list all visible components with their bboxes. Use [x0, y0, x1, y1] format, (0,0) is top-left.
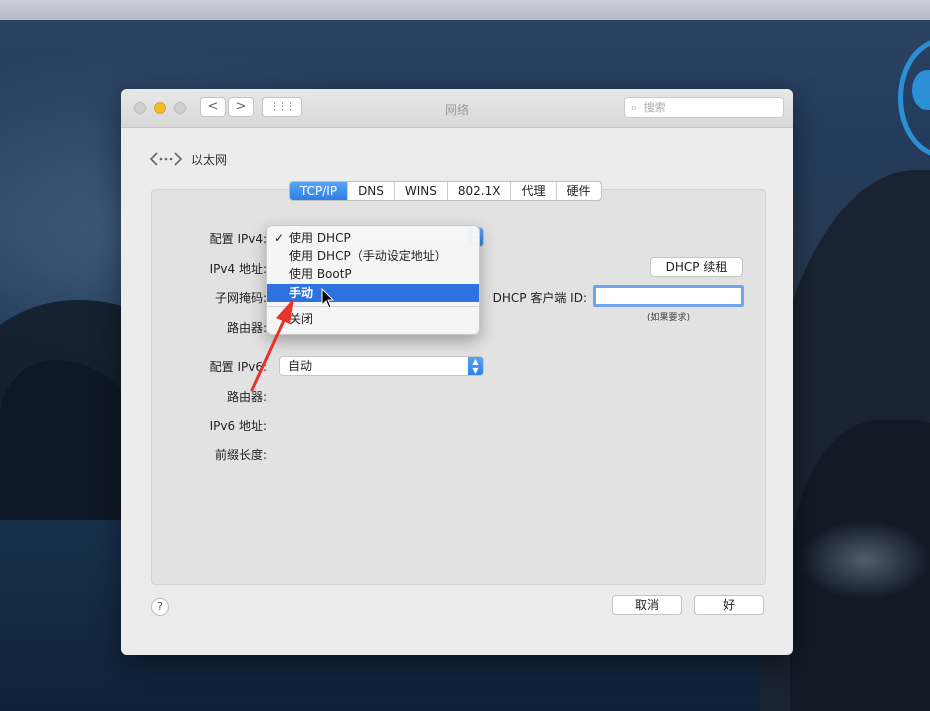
chevron-updown-icon: ▲▼	[468, 357, 483, 375]
search-icon: ⌕	[631, 101, 638, 114]
ipv4-router-label: 路由器:	[226, 321, 267, 335]
dhcp-client-id-hint: (如果要求)	[646, 313, 691, 323]
ok-button[interactable]: 好	[694, 595, 764, 615]
menu-item-off[interactable]: 关闭	[267, 310, 479, 328]
menu-separator	[267, 306, 479, 307]
dhcp-client-id-field[interactable]	[593, 285, 744, 307]
configure-ipv4-label: 配置 IPv4:	[209, 232, 267, 246]
tab-wins[interactable]: WINS	[395, 182, 448, 200]
configure-ipv6-label: 配置 IPv6:	[209, 360, 267, 374]
network-arrows-icon	[149, 152, 183, 166]
tab-tcpip[interactable]: TCP/IP	[290, 182, 349, 200]
tab-8021x[interactable]: 802.1X	[448, 182, 512, 200]
search-field[interactable]: ⌕	[624, 97, 784, 118]
ipv4-address-label: IPv4 地址:	[209, 262, 267, 276]
subnet-mask-label: 子网掩码:	[214, 291, 267, 305]
menu-item-label: 关闭	[289, 312, 314, 326]
menu-item-label: 使用 DHCP（手动设定地址）	[289, 249, 447, 263]
tab-dns[interactable]: DNS	[348, 182, 395, 200]
tab-proxy[interactable]: 代理	[511, 182, 557, 200]
menu-item-manual[interactable]: 手动	[267, 284, 479, 302]
prefix-length-label: 前缀长度:	[214, 448, 267, 462]
menu-bar	[0, 0, 930, 20]
search-input[interactable]	[643, 98, 764, 117]
menu-item-label: 使用 BootP	[289, 267, 352, 281]
configure-ipv6-value: 自动	[288, 359, 313, 373]
wallpaper-surf	[800, 520, 930, 600]
network-preferences-window: < > ⋮⋮⋮ 网络 ⌕ 以太网 TCP/IP DNS WINS 802.1X …	[121, 89, 793, 655]
tab-bar: TCP/IP DNS WINS 802.1X 代理 硬件	[289, 181, 602, 201]
menu-item-label: 使用 DHCP	[289, 231, 351, 245]
cancel-button[interactable]: 取消	[612, 595, 682, 615]
configure-ipv6-popup[interactable]: 自动 ▲ ▼	[279, 356, 484, 376]
breadcrumb[interactable]: 以太网	[149, 149, 227, 169]
ipv4-config-menu: ✓ 使用 DHCP 使用 DHCP（手动设定地址） 使用 BootP 手动 关闭	[266, 225, 480, 335]
breadcrumb-label: 以太网	[191, 152, 228, 167]
window-titlebar: < > ⋮⋮⋮ 网络 ⌕	[121, 89, 793, 128]
dhcp-renew-button[interactable]: DHCP 续租	[650, 257, 743, 277]
help-button[interactable]: ?	[151, 598, 169, 616]
menu-item-label: 手动	[289, 286, 314, 300]
ipv6-router-label: 路由器:	[226, 390, 267, 404]
menu-item-dhcp-manual-address[interactable]: 使用 DHCP（手动设定地址）	[267, 247, 479, 265]
tab-hardware[interactable]: 硬件	[557, 182, 601, 200]
menu-item-dhcp[interactable]: ✓ 使用 DHCP	[267, 229, 479, 247]
checkmark-icon: ✓	[274, 231, 285, 245]
ipv6-address-label: IPv6 地址:	[209, 419, 267, 433]
menu-item-bootp[interactable]: 使用 BootP	[267, 265, 479, 283]
